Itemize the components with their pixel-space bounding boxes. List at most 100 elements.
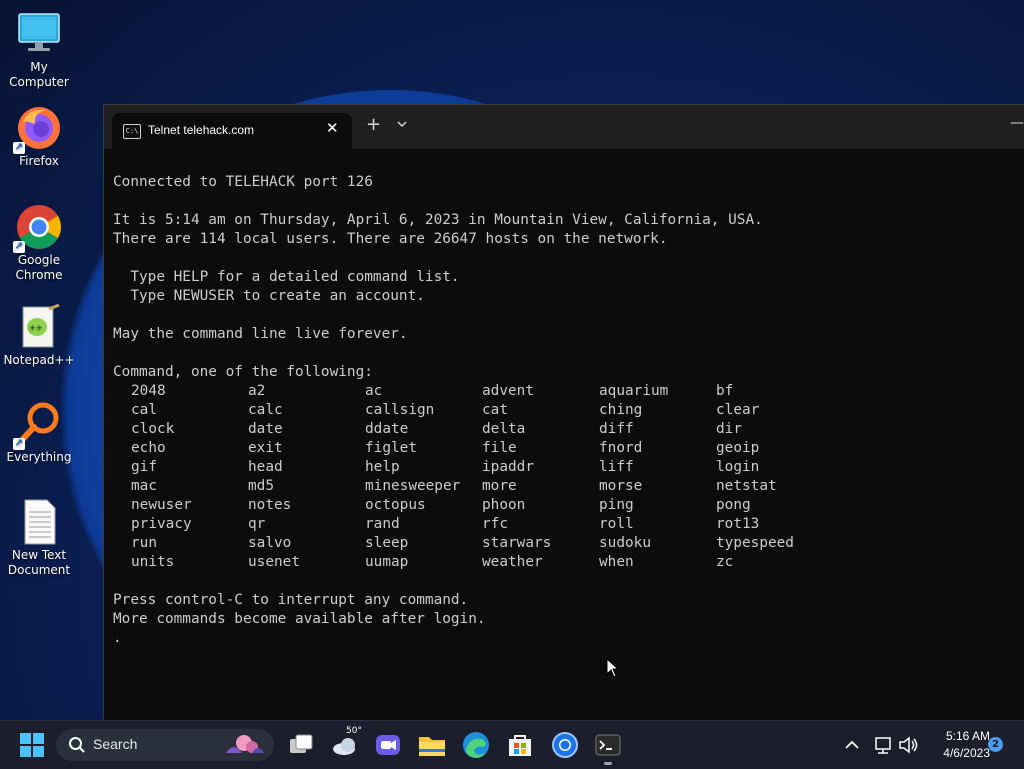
terminal-line: Type HELP for a detailed command list. xyxy=(113,269,460,285)
command-name: sudoku xyxy=(599,535,651,551)
command-name: clear xyxy=(716,402,760,418)
chrome-icon xyxy=(552,732,578,758)
desktop-icon-firefox[interactable]: ↗ Firefox xyxy=(0,104,78,169)
weather-temperature: 50° xyxy=(346,726,362,736)
edge-button[interactable] xyxy=(460,729,492,761)
file-explorer-icon xyxy=(419,737,445,756)
command-name: exit xyxy=(248,440,283,456)
command-name: netstat xyxy=(716,478,777,494)
command-name: when xyxy=(599,554,634,570)
command-name: ping xyxy=(599,497,634,513)
command-name: minesweeper xyxy=(365,478,461,494)
command-prompt-icon: C:\ xyxy=(123,124,141,139)
chevron-up-icon xyxy=(845,740,859,749)
command-name: qr xyxy=(248,516,266,532)
command-name: roll xyxy=(599,516,634,532)
command-name: rot13 xyxy=(716,516,760,532)
taskbar-clock[interactable]: 5:16 AM 4/6/2023 xyxy=(920,728,990,762)
command-name: liff xyxy=(599,459,634,475)
command-name: mac xyxy=(131,478,157,494)
terminal-line: May the command line live forever. xyxy=(113,326,408,342)
shortcut-arrow-icon: ↗ xyxy=(13,142,25,154)
desktop-icon-new-text-document[interactable]: New Text Document xyxy=(0,498,78,578)
command-name: phoon xyxy=(482,497,526,513)
desktop-icon-label: Google Chrome xyxy=(15,253,63,282)
desktop-icon-my-computer[interactable]: My Computer xyxy=(0,10,78,90)
command-name: typespeed xyxy=(716,535,794,551)
chevron-down-icon[interactable] xyxy=(397,117,407,131)
terminal-taskbar-button[interactable] xyxy=(592,729,624,761)
desktop-icon-label: New Text Document xyxy=(7,548,71,577)
window-titlebar[interactable]: C:\ Telnet telehack.com ✕ + — xyxy=(104,105,1024,149)
task-view-icon xyxy=(290,734,313,753)
command-name: 2048 xyxy=(131,383,166,399)
meet-video-icon xyxy=(376,735,400,755)
command-name: login xyxy=(716,459,760,475)
command-name: delta xyxy=(482,421,526,437)
file-explorer-button[interactable] xyxy=(416,729,448,761)
search-icon xyxy=(68,736,86,758)
command-name: a2 xyxy=(248,383,266,399)
shortcut-arrow-icon: ↗ xyxy=(13,241,25,253)
command-list: 2048 a2 ac advent aquarium bf cal calc callsign c… xyxy=(113,382,1013,572)
start-button[interactable] xyxy=(16,729,48,761)
store-icon xyxy=(509,735,531,756)
command-name: geoip xyxy=(716,440,760,456)
notepad-plus-plus-icon: ++ xyxy=(15,303,63,351)
taskbar-search[interactable]: Search xyxy=(56,729,274,761)
taskbar: Search 50° 5:16 AM 4/6/2023 2 xyxy=(0,720,1024,769)
terminal-line: More commands become available after log… xyxy=(113,611,486,627)
store-button[interactable] xyxy=(504,729,536,761)
desktop-icon-notepad-plus-plus[interactable]: ++ Notepad++ xyxy=(0,303,78,368)
command-name: more xyxy=(482,478,517,494)
desktop-icon-label: Everything xyxy=(6,450,72,464)
command-name: dir xyxy=(716,421,742,437)
close-tab-icon[interactable]: ✕ xyxy=(326,119,339,137)
minimize-button[interactable]: — xyxy=(1010,115,1024,131)
command-name: ching xyxy=(599,402,643,418)
terminal-output[interactable]: Connected to TELEHACK port 126 It is 5:14… xyxy=(113,173,1013,648)
svg-text:++: ++ xyxy=(29,323,42,332)
command-name: cal xyxy=(131,402,157,418)
new-tab-button[interactable]: + xyxy=(366,115,381,135)
command-name: morse xyxy=(599,478,643,494)
command-name: rand xyxy=(365,516,400,532)
command-name: calc xyxy=(248,402,283,418)
terminal-line: It is 5:14 am on Thursday, April 6, 2023… xyxy=(113,212,763,228)
desktop-icon-everything[interactable]: ↗ Everything xyxy=(0,400,78,465)
tab-telnet[interactable]: C:\ Telnet telehack.com ✕ xyxy=(112,113,352,149)
command-name: callsign xyxy=(365,402,435,418)
chrome-icon: ↗ xyxy=(13,203,63,253)
command-name: gif xyxy=(131,459,157,475)
desktop-icon-label: My Computer xyxy=(9,60,69,89)
command-name: date xyxy=(248,421,283,437)
edge-icon xyxy=(463,732,489,758)
desktop-icon-chrome[interactable]: ↗ Google Chrome xyxy=(0,203,78,283)
desktop-icon-label: Notepad++ xyxy=(3,353,75,367)
command-name: salvo xyxy=(248,535,292,551)
command-name: zc xyxy=(716,554,734,570)
command-name: ipaddr xyxy=(482,459,534,475)
terminal-line: Press control-C to interrupt any command… xyxy=(113,592,469,608)
notification-badge[interactable]: 2 xyxy=(988,737,1003,752)
show-hidden-icons-button[interactable] xyxy=(836,729,868,761)
desktop-icon-label: Firefox xyxy=(19,154,59,168)
command-name: echo xyxy=(131,440,166,456)
terminal-footer: Press control-C to interrupt any command… xyxy=(113,572,1013,648)
task-view-button[interactable] xyxy=(285,729,317,761)
everything-search-icon: ↗ xyxy=(13,400,63,450)
search-highlight-icon xyxy=(222,733,266,757)
terminal-line: Command, one of the following: xyxy=(113,364,373,380)
meet-video-button[interactable] xyxy=(372,729,404,761)
command-name: notes xyxy=(248,497,292,513)
command-name: usenet xyxy=(248,554,300,570)
command-name: md5 xyxy=(248,478,274,494)
chrome-taskbar-button[interactable] xyxy=(549,729,581,761)
command-name: help xyxy=(365,459,400,475)
command-name: diff xyxy=(599,421,634,437)
command-name: starwars xyxy=(482,535,552,551)
terminal-window[interactable]: C:\ Telnet telehack.com ✕ + — Connected … xyxy=(103,104,1024,721)
